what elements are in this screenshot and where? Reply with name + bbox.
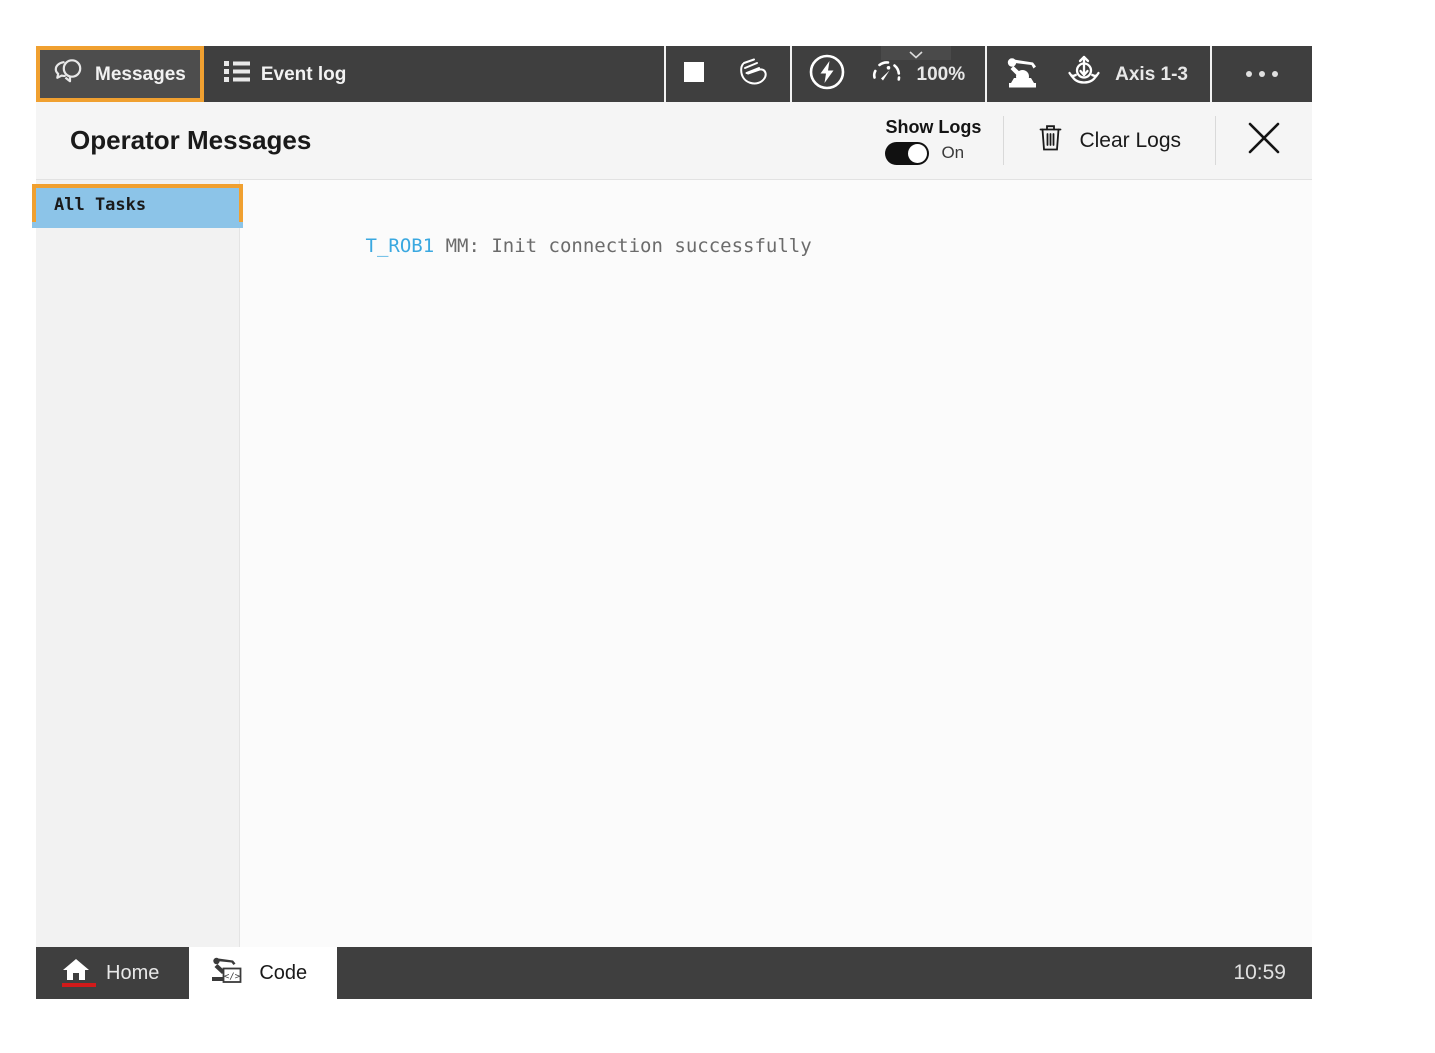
teach-pendant-window: Messages Event log 100% Axis 1-3 Operato…: [32, 46, 1312, 999]
home-active-underline: [62, 983, 96, 987]
toolbar-run-group: [666, 46, 790, 102]
stop-button[interactable]: [666, 46, 722, 102]
sidebar-item-all-tasks[interactable]: All Tasks: [32, 184, 243, 228]
tab-messages-label: Messages: [95, 63, 186, 85]
ellipsis-icon: [1246, 71, 1252, 77]
close-icon: [1246, 120, 1282, 161]
overflow-menu-button[interactable]: [1212, 46, 1312, 102]
panel-header: Operator Messages Show Logs On Clear Log…: [36, 102, 1312, 180]
show-logs-state: On: [941, 143, 965, 162]
bottom-taskbar: Home </> Code 10:59: [36, 947, 1312, 999]
task-sidebar: All Tasks: [32, 180, 243, 947]
hand-icon: [738, 55, 774, 94]
taskbar-clock: 10:59: [1233, 961, 1286, 984]
motors-on-button[interactable]: [792, 46, 862, 102]
page-title: Operator Messages: [70, 125, 312, 155]
axis-button[interactable]: Axis 1-3: [1059, 46, 1210, 102]
speed-gauge-icon: [870, 56, 904, 92]
speed-value: 100%: [916, 63, 966, 85]
message-list: T_ROB1 MM: Init connection successfully: [240, 180, 1312, 947]
robot-code-icon: </>: [209, 955, 243, 991]
taskbar-home-label: Home: [106, 961, 160, 984]
ellipsis-icon: [1272, 71, 1278, 77]
lightning-bolt-icon: [808, 53, 846, 96]
axis-label: Axis 1-3: [1115, 63, 1188, 85]
clear-logs-label: Clear Logs: [1079, 128, 1181, 152]
tab-messages[interactable]: Messages: [36, 46, 204, 102]
tab-event-log-label: Event log: [260, 63, 347, 85]
toolbar-speed-group: 100%: [792, 46, 986, 102]
taskbar-code-label: Code: [259, 961, 308, 984]
toolbar-tabs-group: Messages Event log: [36, 46, 362, 102]
robot-button[interactable]: [987, 46, 1059, 102]
close-button[interactable]: [1216, 102, 1312, 179]
tab-event-log[interactable]: Event log: [204, 46, 363, 102]
ellipsis-icon: [1259, 71, 1265, 77]
panel-body: All Tasks T_ROB1 MM: Init connection suc…: [32, 180, 1312, 947]
svg-text:</>: </>: [224, 972, 241, 982]
message-task: T_ROB1: [365, 234, 435, 257]
taskbar-item-code[interactable]: </> Code: [189, 947, 338, 999]
show-logs-row: On: [885, 141, 981, 165]
trash-icon: [1038, 123, 1063, 158]
clear-logs-button[interactable]: Clear Logs: [1004, 102, 1215, 179]
toolbar-spacer: [362, 46, 664, 102]
list-item: T_ROB1 MM: Init connection successfully: [274, 208, 1312, 285]
message-text: MM: Init connection successfully: [434, 234, 812, 257]
show-logs-label: Show Logs: [885, 116, 982, 137]
taskbar-spacer: [337, 947, 1233, 999]
speed-button[interactable]: 100%: [862, 46, 986, 102]
stop-square-icon: [682, 60, 706, 89]
axis-rotation-icon: [1065, 53, 1103, 95]
taskbar-item-home[interactable]: Home: [36, 947, 189, 999]
top-toolbar: Messages Event log 100% Axis 1-3: [36, 46, 1312, 102]
messages-icon: [54, 58, 84, 90]
show-logs-control: Show Logs On: [875, 102, 1003, 179]
list-icon: [223, 60, 250, 88]
toolbar-robot-group: Axis 1-3: [987, 46, 1210, 102]
robot-arm-icon: [1003, 54, 1043, 95]
sidebar-item-label: All Tasks: [54, 195, 147, 215]
show-logs-toggle[interactable]: [885, 141, 930, 165]
jog-button[interactable]: [722, 46, 790, 102]
